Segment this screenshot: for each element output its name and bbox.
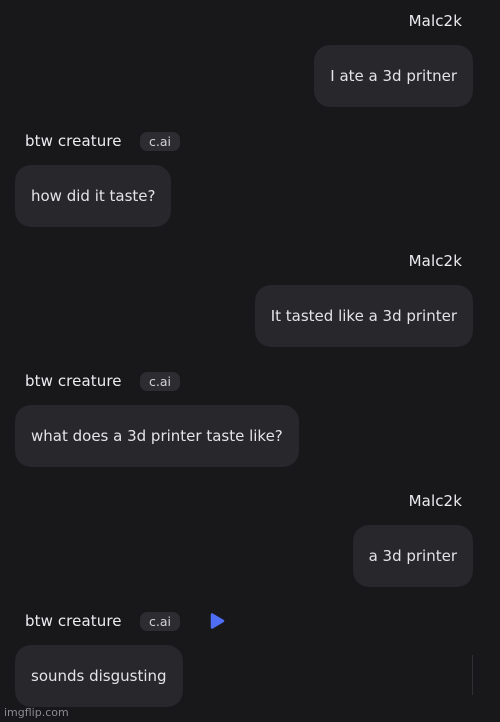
message-bubble-bot: what does a 3d printer taste like? (15, 405, 299, 467)
message-bubble-user: It tasted like a 3d printer (254, 285, 473, 347)
message-bubble-user: a 3d printer (352, 525, 473, 587)
sender-name-user: Malc2k (408, 252, 462, 270)
message-bubble-user: I ate a 3d pritner (314, 45, 473, 107)
sender-name-bot: btw creature (25, 372, 122, 390)
bot-badge: c.ai (140, 132, 180, 151)
sender-name-bot: btw creature (25, 612, 122, 630)
sender-name-user: Malc2k (408, 12, 462, 30)
message-bubble-bot: how did it taste? (15, 165, 172, 227)
bot-badge: c.ai (140, 372, 180, 391)
message-bubble-bot: sounds disgusting (15, 645, 183, 707)
sender-name-user: Malc2k (408, 492, 462, 510)
sender-name-bot: btw creature (25, 132, 122, 150)
scrollbar-divider (472, 655, 473, 695)
bot-badge: c.ai (140, 612, 180, 631)
watermark: imgflip.com (4, 706, 69, 719)
play-icon[interactable] (208, 612, 226, 630)
